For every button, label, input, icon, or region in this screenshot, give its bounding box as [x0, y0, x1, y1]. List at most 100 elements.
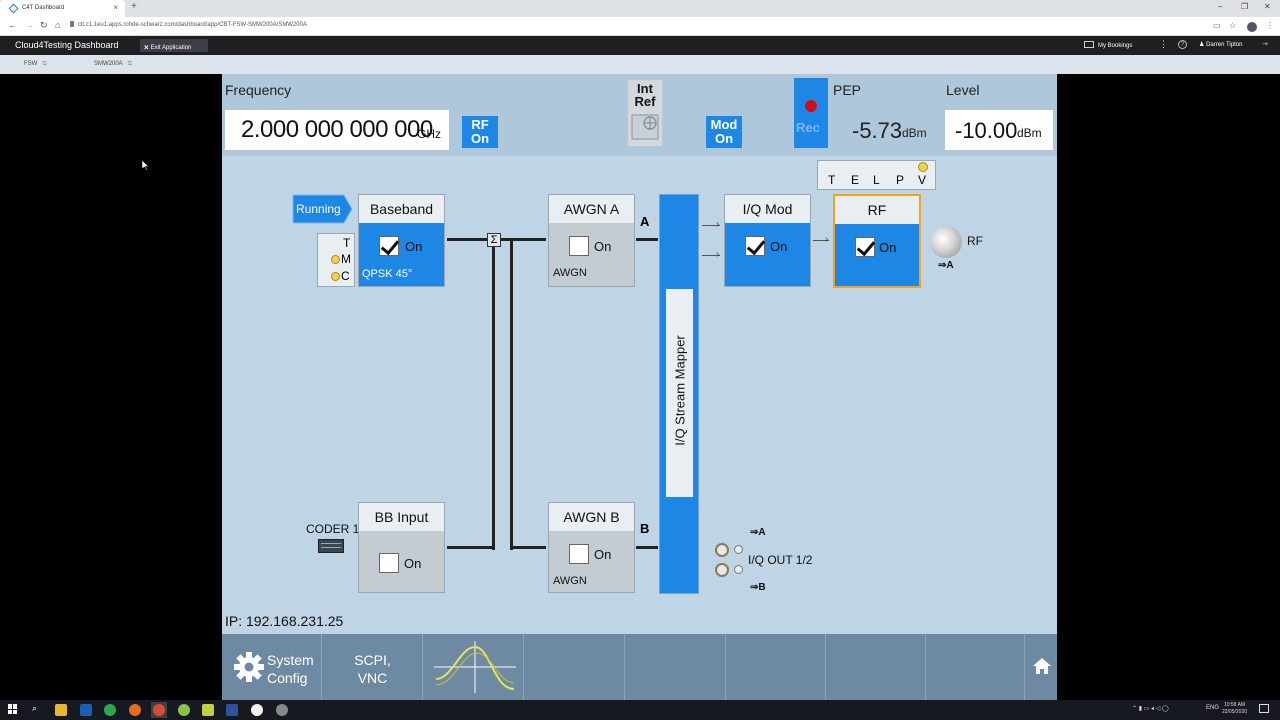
back-icon[interactable]: ←	[8, 20, 17, 30]
iq-out-connector-icon[interactable]	[734, 545, 743, 554]
iq-mod-on-checkbox[interactable]	[745, 236, 765, 256]
system-config-button[interactable]: System Config	[222, 634, 322, 700]
app-icon[interactable]	[178, 704, 190, 716]
softkey-bar: System Config SCPI, VNC	[222, 634, 1057, 700]
softkey-6[interactable]	[726, 634, 826, 700]
clock[interactable]: 10:58 AM 22/05/2020	[1222, 702, 1247, 716]
tab-close-icon[interactable]: ×	[113, 3, 118, 12]
exit-label: Exit Application	[150, 45, 192, 51]
bookings-label: My Bookings	[1098, 43, 1133, 49]
rf-block[interactable]: RF On	[833, 194, 921, 288]
search-icon[interactable]: ⌕	[32, 703, 37, 714]
level-label: Level	[946, 82, 980, 98]
external-link-icon[interactable]: ⧉	[128, 61, 132, 67]
home-icon[interactable]: ⌂	[55, 20, 60, 30]
telpv-t: T	[828, 173, 836, 187]
app-brand[interactable]: Cloud4Testing Dashboard	[15, 40, 119, 50]
more-menu-icon[interactable]: ⋮	[1159, 39, 1168, 50]
tab-fsw[interactable]: FSW ⧉	[24, 61, 47, 68]
record-dot-icon	[805, 100, 817, 112]
reload-icon[interactable]: ↻	[40, 20, 48, 31]
baseband-on-checkbox[interactable]	[379, 236, 399, 256]
minimize-button[interactable]: –	[1218, 2, 1222, 11]
coder-connector-icon[interactable]	[318, 539, 344, 553]
app-header: Cloud4Testing Dashboard × Exit Applicatio…	[0, 36, 1280, 55]
iq-stream-mapper[interactable]: I/Q Stream Mapper	[659, 194, 699, 594]
maximize-button[interactable]: ❐	[1241, 2, 1248, 11]
trigger-marker-clock-box[interactable]: T M C	[317, 233, 355, 287]
browser-tab[interactable]: C4T Dashboard ×	[0, 0, 125, 17]
frequency-field[interactable]: 2.000 000 000 000 GHz	[225, 110, 449, 150]
external-link-icon[interactable]: ⧉	[42, 61, 46, 67]
rf-on-checkbox[interactable]	[855, 237, 875, 257]
int-ref-indicator[interactable]: Int Ref	[628, 80, 662, 146]
iq-mod-block[interactable]: I/Q Mod On	[724, 194, 811, 287]
iq-out-connector-icon[interactable]	[715, 543, 729, 557]
logout-icon[interactable]: ⇥	[1262, 40, 1268, 48]
rf-on-line1: RF	[471, 117, 489, 132]
firefox-icon[interactable]	[129, 704, 141, 716]
outlook-icon[interactable]	[80, 704, 92, 716]
file-explorer-icon[interactable]	[55, 704, 67, 716]
new-tab-button[interactable]: +	[131, 1, 137, 12]
status-led-icon	[918, 162, 928, 172]
app-icon[interactable]	[104, 704, 116, 716]
iq-out-connector-icon[interactable]	[715, 563, 729, 577]
baseband-block[interactable]: Baseband On QPSK 45°	[358, 194, 445, 287]
bb-input-block[interactable]: BB Input On	[358, 502, 445, 593]
softkey-8[interactable]	[926, 634, 1025, 700]
mod-on-line2: On	[714, 131, 734, 146]
notifications-icon[interactable]	[1259, 704, 1269, 713]
my-bookings-link[interactable]: My Bookings	[1084, 41, 1132, 49]
tray-icons[interactable]: ⌃ ▮ ▭ ◂ ◁ ◯	[1132, 705, 1169, 712]
rf-on-label: On	[879, 240, 897, 255]
int-ref-line2: Ref	[634, 94, 656, 109]
bb-input-on-checkbox[interactable]	[379, 553, 399, 573]
notepad-icon[interactable]	[202, 704, 214, 716]
cast-icon[interactable]: ▭	[1213, 21, 1221, 30]
softkey-7[interactable]	[826, 634, 926, 700]
waveform-display-button[interactable]	[424, 634, 524, 700]
mod-on-button[interactable]: Mod On	[706, 116, 742, 148]
exit-application-button[interactable]: × Exit Application	[140, 39, 208, 52]
coder-label: CODER 1	[306, 522, 360, 536]
connector	[447, 546, 495, 549]
address-bar: ← → ↻ ⌂ clt.c1.1eu1.apps.rohde-schwarz.c…	[0, 17, 1280, 36]
favicon-icon	[8, 3, 19, 14]
level-field[interactable]: -10.00 dBm	[945, 110, 1053, 150]
awgn-b-block[interactable]: AWGN B On AWGN	[548, 502, 635, 593]
awgn-a-block[interactable]: AWGN A On AWGN	[548, 194, 635, 287]
pep-readout: -5.73 dBm	[842, 110, 938, 150]
chrome-icon[interactable]	[153, 704, 165, 716]
url-field[interactable]: clt.c1.1eu1.apps.rohde-schwarz.com/dashb…	[78, 22, 307, 28]
close-window-button[interactable]: ✕	[1264, 2, 1271, 11]
record-button[interactable]: Rec	[794, 78, 828, 148]
user-menu[interactable]: ♟ Darren Tipton	[1199, 41, 1242, 48]
windows-start-icon[interactable]	[8, 704, 18, 714]
softkey-4[interactable]	[525, 634, 625, 700]
browser-menu-icon[interactable]: ⋮	[1266, 21, 1274, 30]
bookmark-star-icon[interactable]: ☆	[1229, 21, 1236, 30]
telpv-indicator[interactable]: T E L P V	[817, 160, 936, 190]
app-icon[interactable]	[276, 704, 288, 716]
instrument-tabbar: FSW ⧉ SMW200A ⧉	[0, 55, 1280, 74]
forward-icon[interactable]: →	[25, 20, 34, 30]
app-icon[interactable]	[251, 704, 263, 716]
summation-node: Σ	[487, 233, 501, 247]
language-indicator[interactable]: ENG	[1206, 705, 1219, 711]
user-icon: ♟	[1199, 42, 1205, 48]
profile-avatar-icon[interactable]	[1247, 22, 1257, 32]
iq-out-connector-icon[interactable]	[734, 565, 743, 574]
rf-output-connector-icon[interactable]	[930, 226, 962, 258]
mouse-cursor-icon	[142, 160, 150, 171]
tab-smw200a[interactable]: SMW200A ⧉	[94, 61, 132, 68]
help-icon[interactable]: ?	[1178, 40, 1187, 49]
app-icon[interactable]	[226, 704, 238, 716]
windows-taskbar: ⌕ ⌃ ▮ ▭ ◂ ◁ ◯ ENG 10:58 AM 22/05/2020	[0, 700, 1280, 720]
home-button[interactable]	[1026, 634, 1057, 700]
softkey-5[interactable]	[626, 634, 726, 700]
scpi-vnc-button[interactable]: SCPI, VNC	[323, 634, 423, 700]
awgn-b-on-checkbox[interactable]	[569, 544, 589, 564]
rf-on-button[interactable]: RF On	[462, 116, 498, 148]
awgn-a-on-checkbox[interactable]	[569, 236, 589, 256]
